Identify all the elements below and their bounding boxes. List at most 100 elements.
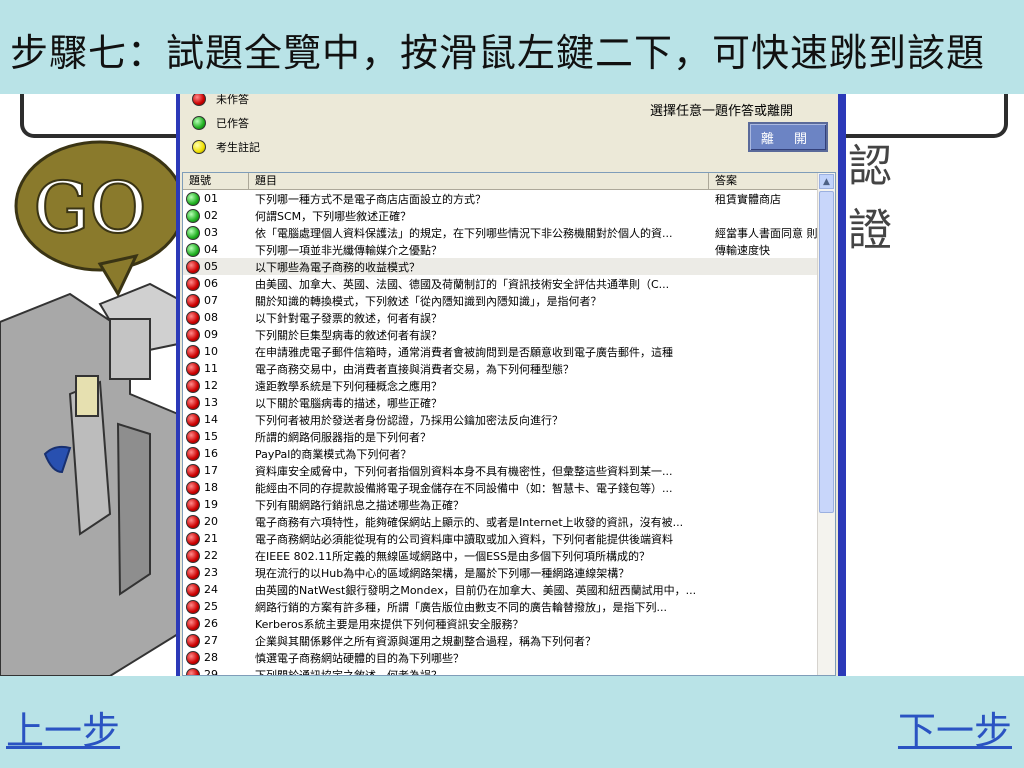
table-row[interactable]: 28 慎選電子商務網站硬體的目的為下列哪些？: [183, 649, 819, 666]
red-dot-icon: [186, 616, 200, 631]
row-number-cell: 05: [183, 259, 249, 274]
table-row[interactable]: 02 何謂SCM，下列哪些敘述正確？: [183, 207, 819, 224]
row-number: 04: [204, 243, 218, 256]
row-question: 下列哪一項並非光纖傳輸媒介之優點？: [255, 243, 442, 257]
table-row[interactable]: 19 下列有關網路行銷訊息之描述哪些為正確？: [183, 496, 819, 513]
table-row[interactable]: 01 下列哪一種方式不是電子商店店面設立的方式？ 租賃實體商店: [183, 190, 819, 207]
row-number-cell: 02: [183, 208, 249, 223]
row-question: 由英國的NatWest銀行發明之Mondex，目前仍在加拿大、美國、英國和紐西蘭…: [255, 583, 697, 597]
row-number-cell: 04: [183, 242, 249, 257]
row-number-cell: 18: [183, 480, 249, 495]
table-row[interactable]: 20 電子商務有六項特性，能夠確保網站上顯示的、或者是Internet上收發的資訊…: [183, 513, 819, 530]
table-row[interactable]: 25 網路行銷的方案有許多種，所謂「廣告版位由數支不同的廣告輪替撥放」，是指下列.…: [183, 598, 819, 615]
table-row[interactable]: 24 由英國的NatWest銀行發明之Mondex，目前仍在加拿大、美國、英國和紐…: [183, 581, 819, 598]
table-row[interactable]: 12 遠距教學系統是下列何種概念之應用？: [183, 377, 819, 394]
table-row[interactable]: 22 在IEEE 802.11所定義的無線區域網路中，一個ESS是由多個下列何項所…: [183, 547, 819, 564]
table-row[interactable]: 29 下列關於通訊協定之敘述，何者為誤？: [183, 666, 819, 675]
row-number-cell: 23: [183, 565, 249, 580]
row-question: Kerberos系統主要是用來提供下列何種資訊安全服務？: [255, 617, 524, 631]
leave-button[interactable]: 離 開: [748, 122, 828, 152]
table-row[interactable]: 27 企業與其關係夥伴之所有資源與運用之規劃整合過程，稱為下列何者？: [183, 632, 819, 649]
row-number: 09: [204, 328, 218, 341]
red-dot-icon: [186, 378, 200, 393]
row-number-cell: 13: [183, 395, 249, 410]
row-answer: 傳輸速度快: [715, 243, 770, 257]
table-row[interactable]: 13 以下關於電腦病毒的描述，哪些正確？: [183, 394, 819, 411]
green-dot-icon: [186, 208, 200, 223]
row-number-cell: 22: [183, 548, 249, 563]
row-number-cell: 20: [183, 514, 249, 529]
legend-label: 未作答: [216, 94, 249, 106]
row-number-cell: 25: [183, 599, 249, 614]
row-number-cell: 10: [183, 344, 249, 359]
title-bar: 步驟七：試題全覽中，按滑鼠左鍵二下，可快速跳到該題: [0, 0, 1024, 94]
scroll-thumb[interactable]: [819, 191, 834, 513]
go-text: GO: [33, 167, 146, 249]
row-number: 12: [204, 379, 218, 392]
legend-label: 考生註記: [216, 141, 260, 154]
red-dot-icon: [186, 548, 200, 563]
row-question: 電子商務網站必須能從現有的公司資料庫中讀取或加入資料，下列何者能提供後端資料: [255, 532, 673, 546]
table-row[interactable]: 03 依「電腦處理個人資料保護法」的規定，在下列哪些情況下非公務機關對於個人的資.…: [183, 224, 819, 241]
prev-step-link[interactable]: 上一步: [6, 700, 120, 755]
column-header-no[interactable]: 題號: [183, 173, 249, 189]
red-dot-icon: [186, 582, 200, 597]
row-number-cell: 15: [183, 429, 249, 444]
row-question: 電子商務有六項特性，能夠確保網站上顯示的、或者是Internet上收發的資訊，沒…: [255, 515, 684, 529]
table-row[interactable]: 04 下列哪一項並非光纖傳輸媒介之優點？ 傳輸速度快: [183, 241, 819, 258]
row-number: 20: [204, 515, 218, 528]
table-row[interactable]: 11 電子商務交易中，由消費者直接與消費者交易，為下列何種型態？: [183, 360, 819, 377]
row-question: 下列何者被用於發送者身份認證，乃採用公鑰加密法反向進行？: [255, 413, 563, 427]
hint-text: 選擇任意一題作答或離開: [650, 104, 794, 119]
row-number: 27: [204, 634, 218, 647]
row-question: 依「電腦處理個人資料保護法」的規定，在下列哪些情況下非公務機關對於個人的資...: [255, 226, 673, 240]
bottom-bar: [0, 676, 1024, 768]
row-number: 15: [204, 430, 218, 443]
table-row[interactable]: 08 以下針對電子發票的敘述，何者有誤？: [183, 309, 819, 326]
red-dot-icon: [186, 327, 200, 342]
table-row[interactable]: 06 由美國、加拿大、英國、法國、德國及荷蘭制訂的「資訊技術安全評估共通準則（C.…: [183, 275, 819, 292]
row-question: 慎選電子商務網站硬體的目的為下列哪些？: [255, 651, 464, 665]
red-dot-icon: [186, 293, 200, 308]
table-row[interactable]: 14 下列何者被用於發送者身份認證，乃採用公鑰加密法反向進行？: [183, 411, 819, 428]
row-number-cell: 11: [183, 361, 249, 376]
question-overview-window: 未作答 已作答 考生註記 選擇任意一題作答或離開 離 開 題號 題目 答案 01…: [180, 94, 838, 676]
row-number: 22: [204, 549, 218, 562]
table-row[interactable]: 26 Kerberos系統主要是用來提供下列何種資訊安全服務？: [183, 615, 819, 632]
row-question: 以下關於電腦病毒的描述，哪些正確？: [255, 396, 442, 410]
row-number: 18: [204, 481, 218, 494]
row-question: 下列關於巨集型病毒的敘述何者有誤？: [255, 328, 442, 342]
row-question: 現在流行的以Hub為中心的區域網路架構，是屬於下列哪一種網路連線架構？: [255, 566, 630, 580]
row-question: 關於知識的轉換模式，下列敘述「從內隱知識到內隱知識」，是指何者？: [255, 294, 602, 308]
row-number-cell: 26: [183, 616, 249, 631]
table-row[interactable]: 10 在申請雅虎電子郵件信箱時，通常消費者會被詢問到是否願意收到電子廣告郵件，這種: [183, 343, 819, 360]
red-dot-icon: [186, 650, 200, 665]
green-dot-icon: [186, 225, 200, 240]
green-dot-icon: [186, 242, 200, 257]
table-row[interactable]: 16 PayPal的商業模式為下列何者？: [183, 445, 819, 462]
row-question: 所謂的網路伺服器指的是下列何者？: [255, 430, 431, 444]
row-number-cell: 17: [183, 463, 249, 478]
table-row[interactable]: 07 關於知識的轉換模式，下列敘述「從內隱知識到內隱知識」，是指何者？: [183, 292, 819, 309]
column-header-answer[interactable]: 答案: [709, 173, 819, 189]
red-dot-icon: [186, 446, 200, 461]
row-question: 電子商務交易中，由消費者直接與消費者交易，為下列何種型態？: [255, 362, 574, 376]
scroll-up-arrow-icon[interactable]: ▲: [819, 174, 834, 189]
red-dot-icon: [186, 667, 200, 675]
table-row[interactable]: 17 資料庫安全威脅中，下列何者指個別資料本身不具有機密性，但彙整這些資料到某一.…: [183, 462, 819, 479]
red-dot-icon: [186, 412, 200, 427]
column-header-question[interactable]: 題目: [249, 173, 709, 189]
table-row[interactable]: 15 所謂的網路伺服器指的是下列何者？: [183, 428, 819, 445]
row-question: 遠距教學系統是下列何種概念之應用？: [255, 379, 442, 393]
table-row[interactable]: 23 現在流行的以Hub為中心的區域網路架構，是屬於下列哪一種網路連線架構？: [183, 564, 819, 581]
table-row[interactable]: 18 能經由不同的存提款設備將電子現金儲存在不同設備中（如：智慧卡、電子錢包等）.…: [183, 479, 819, 496]
row-number-cell: 09: [183, 327, 249, 342]
row-question: 在IEEE 802.11所定義的無線區域網路中，一個ESS是由多個下列何項所構成…: [255, 549, 650, 563]
page-title: 步驟七：試題全覽中，按滑鼠左鍵二下，可快速跳到該題: [10, 31, 986, 75]
table-row[interactable]: 09 下列關於巨集型病毒的敘述何者有誤？: [183, 326, 819, 343]
table-row[interactable]: 21 電子商務網站必須能從現有的公司資料庫中讀取或加入資料，下列何者能提供後端資料: [183, 530, 819, 547]
vertical-scrollbar[interactable]: ▲: [817, 173, 835, 675]
table-row[interactable]: 05 以下哪些為電子商務的收益模式？: [183, 258, 819, 275]
next-step-link[interactable]: 下一步: [898, 700, 1012, 755]
question-list[interactable]: 題號 題目 答案 01 下列哪一種方式不是電子商店店面設立的方式？ 租賃實體商店 02…: [182, 172, 836, 676]
